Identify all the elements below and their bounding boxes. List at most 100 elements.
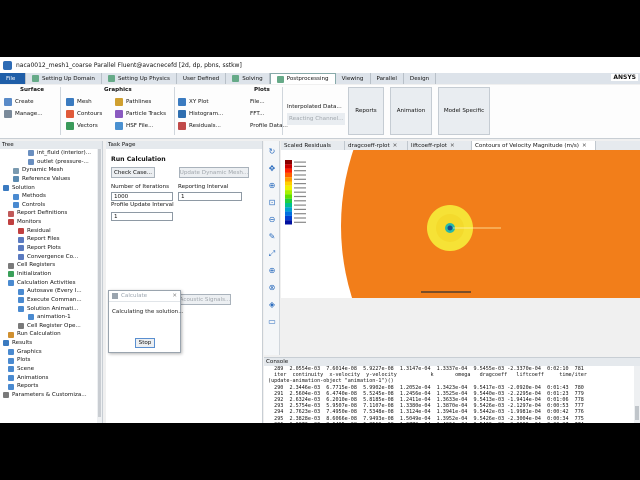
zoom-selection-icon[interactable]: ⊗ (268, 284, 276, 292)
ribbon: Surface Create Manage... Graphics Mesh C… (0, 85, 640, 139)
zoom-box-icon[interactable]: ⊡ (268, 199, 276, 207)
pathlines-button[interactable]: Pathlines (115, 96, 166, 108)
console-scrollbar[interactable] (634, 366, 640, 423)
fit-to-window-icon[interactable]: ⤢ (268, 250, 276, 258)
tree-item[interactable]: int_fluid (interior)... (0, 149, 102, 158)
tree-item[interactable]: Report Plots (0, 244, 102, 253)
reporting-interval-input[interactable]: 1 (178, 192, 242, 201)
manage-button[interactable]: Manage... (4, 108, 58, 120)
tree-item[interactable]: Cell Registers (0, 261, 102, 270)
tree-item[interactable]: Results (0, 339, 102, 348)
tab-dragcoeff-rplot[interactable]: dragcoeff-rplot ✕ (345, 141, 408, 150)
tab-file[interactable]: File (0, 73, 26, 84)
tree-item[interactable]: Dynamic Mesh (0, 166, 102, 175)
tab-setting-up-domain[interactable]: Setting Up Domain (26, 73, 102, 84)
tree-item[interactable]: Report Definitions (0, 209, 102, 218)
console-scroll-thumb[interactable] (635, 406, 639, 420)
reacting-channel-button[interactable]: Reacting Channel... (287, 113, 345, 125)
tree-item[interactable]: Reference Values (0, 175, 102, 184)
close-icon[interactable]: ✕ (393, 143, 398, 149)
tab-contours-velocity[interactable]: Contours of Velocity Magnitude (m/s) ✕ (472, 141, 596, 150)
tree-item[interactable]: Reports (0, 382, 102, 391)
graphics-viewport[interactable] (281, 150, 640, 298)
view-options-icon[interactable]: ▭ (268, 318, 276, 326)
tree-item[interactable]: Scene (0, 365, 102, 374)
tab-parallel[interactable]: Parallel (371, 73, 404, 84)
histogram-button[interactable]: Histogram... (178, 108, 250, 120)
tree-item[interactable]: Execute Comman... (0, 296, 102, 305)
tree-item[interactable]: Parameters & Customiza... (0, 391, 102, 400)
tab-liftcoeff-rplot[interactable]: liftcoeff-rplot ✕ (408, 141, 472, 150)
tree-item[interactable]: Cell Register Ope... (0, 322, 102, 331)
mesh-button[interactable]: Mesh (66, 96, 115, 108)
particle-tracks-button[interactable]: Particle Tracks (115, 108, 166, 120)
hsf-file-button[interactable]: HSF File... (115, 120, 166, 132)
interpolated-data-button[interactable]: Interpolated Data... (287, 101, 345, 113)
tab-postprocessing[interactable]: Postprocessing (269, 73, 336, 84)
reports-button[interactable]: Reports (348, 87, 384, 135)
rotate-icon[interactable]: ↻ (268, 148, 276, 156)
legend-swatch (285, 181, 292, 186)
zoom-to-fit-icon[interactable]: ⊕ (268, 267, 276, 275)
residuals-button[interactable]: Residuals... (178, 120, 250, 132)
animation-button[interactable]: Animation (390, 87, 432, 135)
acoustic-signals-button[interactable]: Acoustic Signals... (179, 294, 231, 305)
isometric-view-icon[interactable]: ◈ (268, 301, 276, 309)
tree-item-label: int_fluid (interior)... (37, 150, 92, 156)
contours-button[interactable]: Contours (66, 108, 115, 120)
tree-item[interactable]: Residual (0, 227, 102, 236)
tree-item[interactable]: Run Calculation (0, 330, 102, 339)
tree-item[interactable]: Convergence Co... (0, 253, 102, 262)
tab-scaled-residuals[interactable]: Scaled Residuals (281, 141, 345, 150)
close-icon[interactable]: ✕ (172, 293, 177, 299)
tab-viewing[interactable]: Viewing (336, 73, 371, 84)
update-dynamic-mesh-button[interactable]: Update Dynamic Mesh... (179, 167, 249, 178)
profile-data-button[interactable]: Profile Data... (250, 120, 288, 132)
tab-design[interactable]: Design (404, 73, 437, 84)
profile-update-interval-input[interactable]: 1 (111, 212, 173, 221)
probe-icon[interactable]: ✎ (268, 233, 276, 241)
console-output[interactable]: 289 2.0554e-03 7.6014e-08 5.9227e-08 1.3… (264, 366, 632, 423)
file-plot-button[interactable]: File... (250, 96, 280, 108)
close-icon[interactable]: ✕ (450, 143, 455, 149)
fft-button[interactable]: FFT... (250, 108, 280, 120)
tree-node-icon (8, 271, 14, 278)
tab-user-defined[interactable]: User Defined (177, 73, 227, 84)
legend-tick-label (294, 174, 306, 176)
tree-item[interactable]: Monitors (0, 218, 102, 227)
tree-item[interactable]: Solution Animati... (0, 305, 102, 314)
tree-scroll-thumb[interactable] (98, 149, 101, 417)
tree-scrollbar[interactable] (97, 149, 102, 423)
model-specific-button[interactable]: Model Specific (438, 87, 490, 135)
tree-item-label: Solution Animati... (27, 305, 79, 312)
tree-item[interactable]: Animations (0, 374, 102, 383)
number-of-iterations-input[interactable]: 1000 (111, 192, 173, 201)
tree-node-icon (18, 245, 24, 252)
xy-plot-button[interactable]: XY Plot (178, 96, 250, 108)
tree-item[interactable]: Methods (0, 192, 102, 201)
tree-item[interactable]: Controls (0, 201, 102, 210)
legend-swatch (285, 215, 292, 221)
tree-item[interactable]: Calculation Activities (0, 279, 102, 288)
tab-setting-up-physics[interactable]: Setting Up Physics (102, 73, 177, 84)
tree-item[interactable]: Report Files (0, 235, 102, 244)
tree-item[interactable]: outlet (pressure-... (0, 158, 102, 167)
tree-item[interactable]: Initialization (0, 270, 102, 279)
tree-item[interactable]: Autosave (Every I... (0, 287, 102, 296)
histogram-icon (178, 110, 186, 118)
zoom-in-icon[interactable]: ⊕ (268, 182, 276, 190)
zoom-out-icon[interactable]: ⊖ (268, 216, 276, 224)
tab-solving[interactable]: Solving (226, 73, 270, 84)
tree-item[interactable]: animation-1 (0, 313, 102, 322)
legend-tick-label (294, 170, 306, 172)
close-icon[interactable]: ✕ (582, 143, 587, 149)
pan-icon[interactable]: ✥ (268, 165, 276, 173)
tree-item[interactable]: Solution (0, 184, 102, 193)
tree-item[interactable]: Graphics (0, 348, 102, 357)
stop-button[interactable]: Stop (135, 338, 155, 348)
tree-item[interactable]: Plots (0, 356, 102, 365)
tree-node-icon (28, 158, 34, 165)
check-case-button[interactable]: Check Case... (111, 167, 155, 178)
vectors-button[interactable]: Vectors (66, 120, 115, 132)
create-button[interactable]: Create (4, 96, 58, 108)
